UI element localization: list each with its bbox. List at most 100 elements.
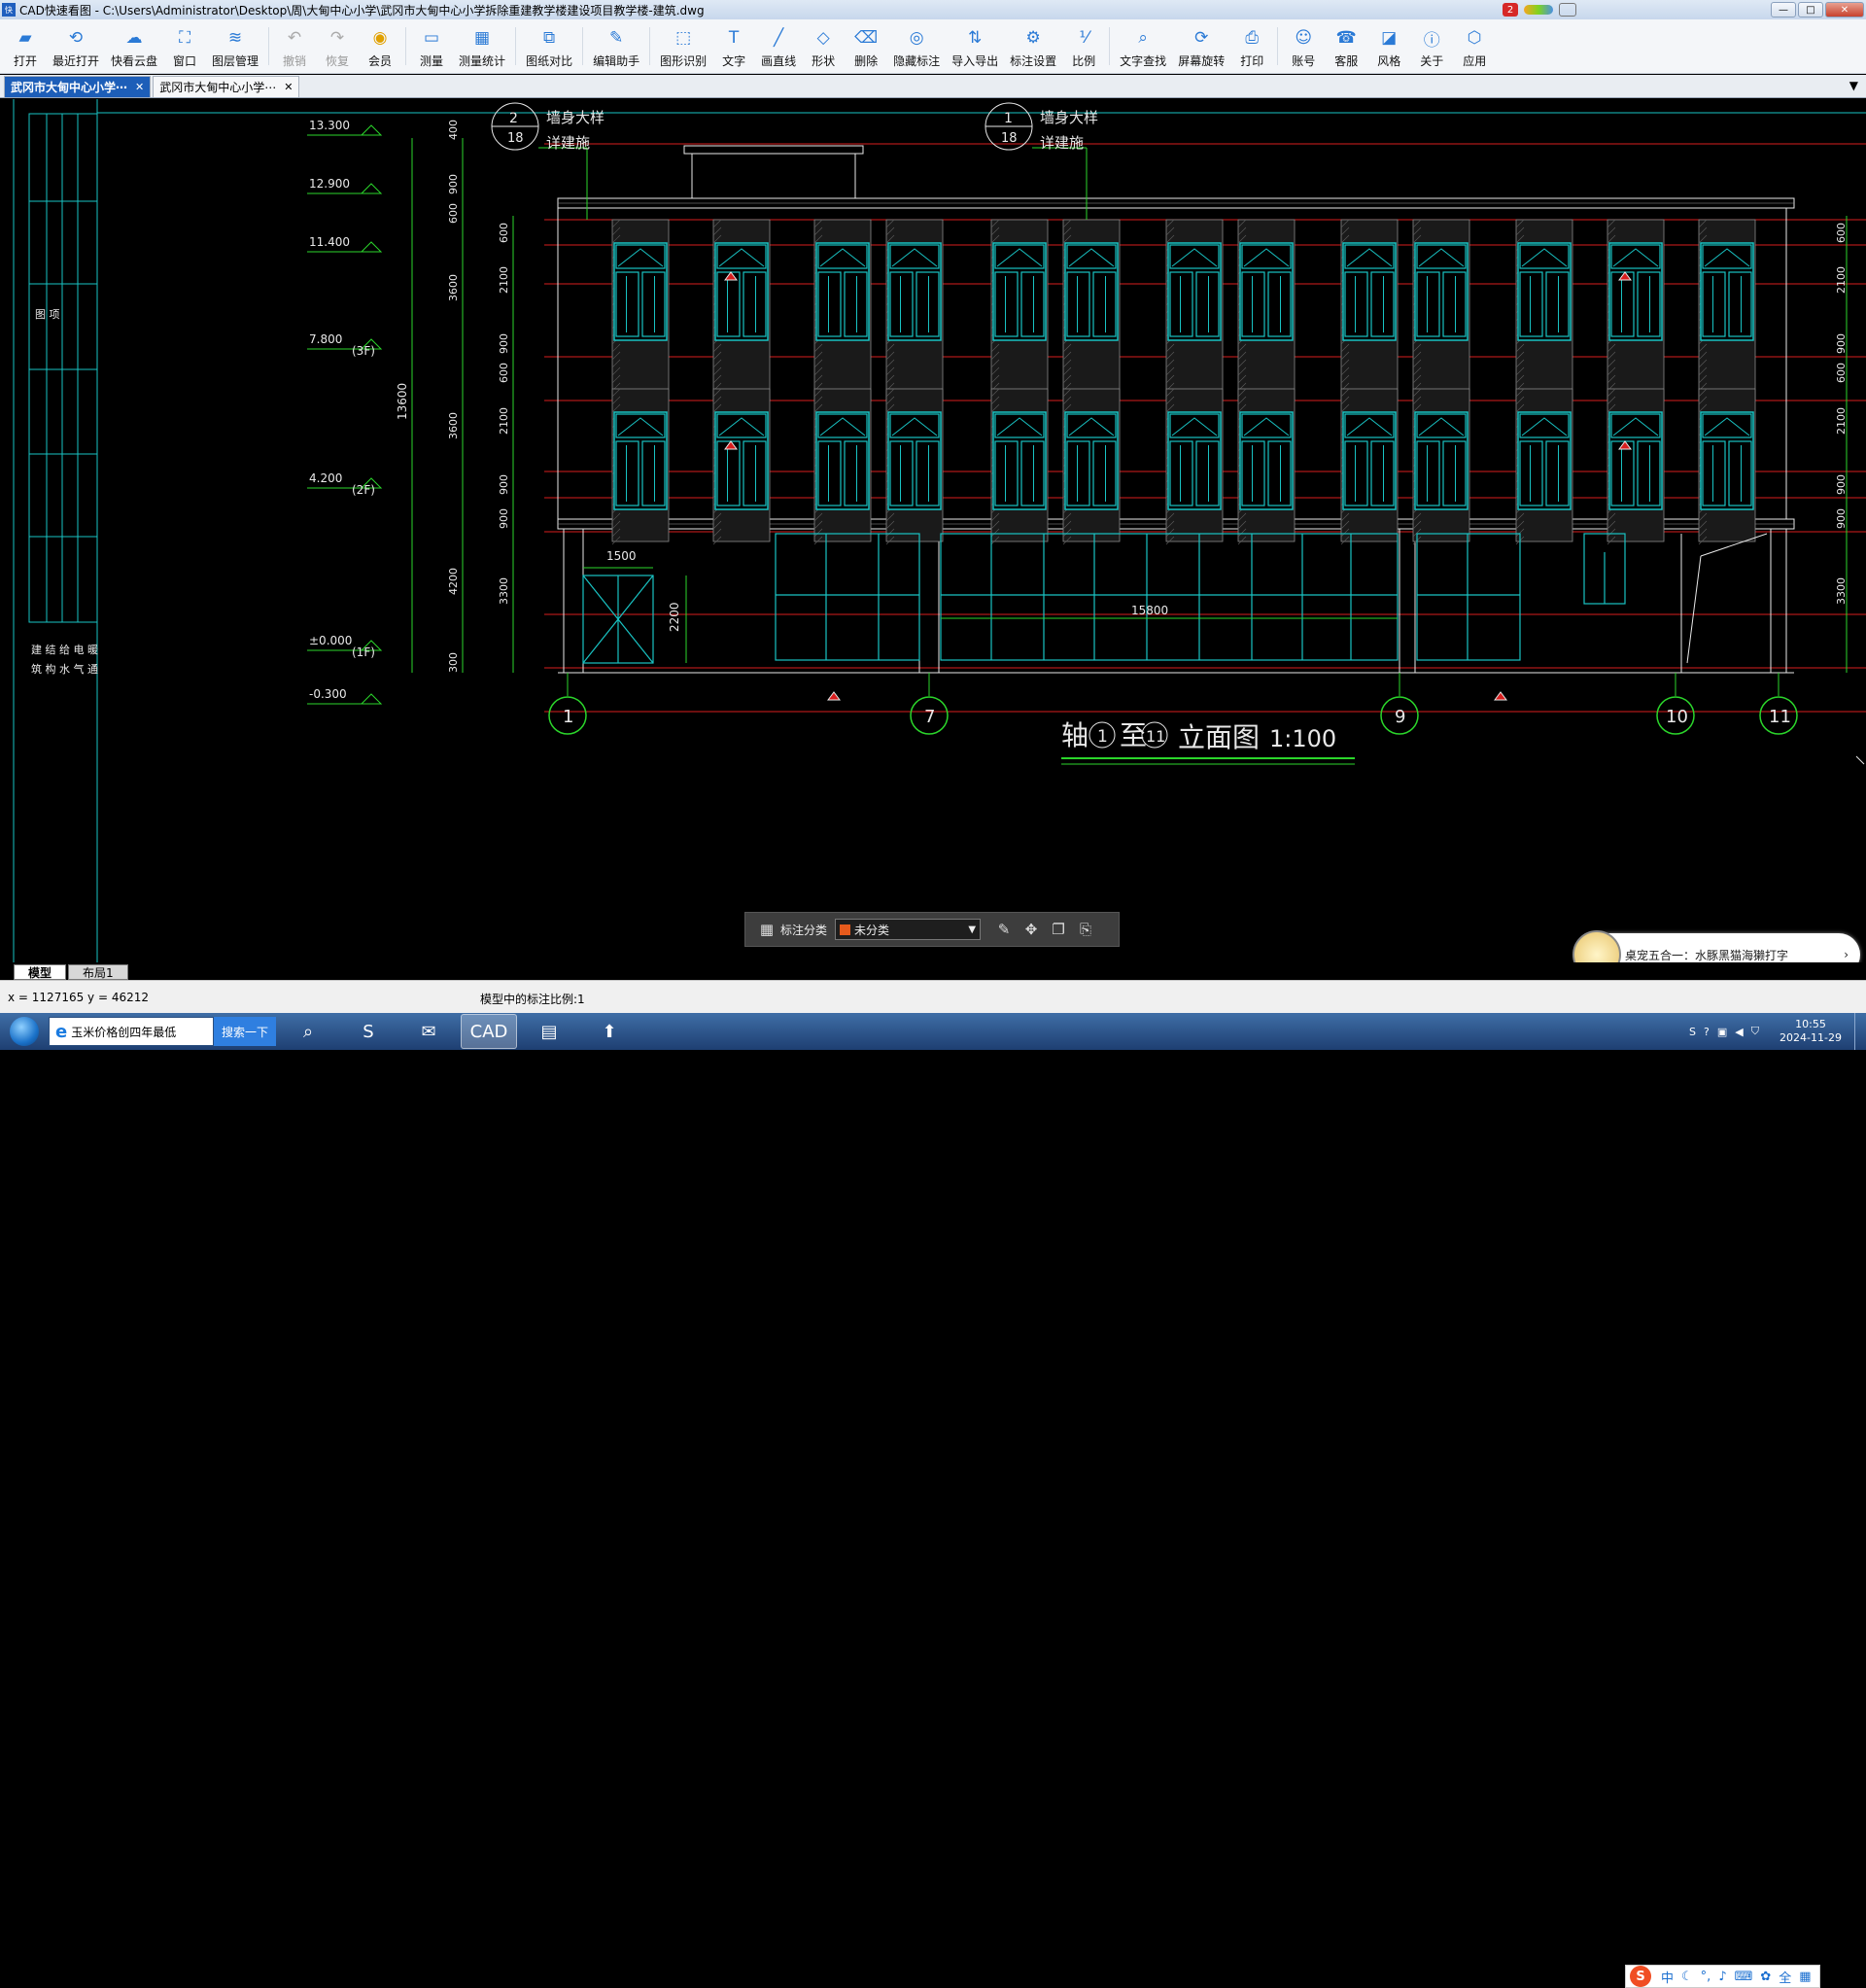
tab-list-dropdown-icon[interactable]: ▼ (1849, 79, 1858, 92)
clock[interactable]: 10:55 2024-11-29 (1767, 1018, 1854, 1045)
elevation-label: 11.400 (309, 235, 350, 249)
toolbar-button-recognize[interactable]: ⬚ 图形识别 (654, 19, 712, 73)
copy-icon[interactable]: ❐ (1045, 921, 1072, 938)
toolbar-button-import-export[interactable]: ⇅ 导入导出 (946, 19, 1004, 73)
toolbar-button-headset[interactable]: ☎ 客服 (1325, 19, 1367, 73)
dimension-text: 300 (447, 652, 460, 673)
battery-indicator-icon (1524, 5, 1553, 15)
annotation-category-select[interactable]: 未分类 ▼ (835, 919, 982, 940)
tab-layout1[interactable]: 布局1 (68, 964, 128, 980)
chevron-right-icon[interactable]: › (1844, 948, 1849, 961)
tray-security-icon[interactable]: ⛉ (1751, 1025, 1759, 1038)
toolbar-button-window[interactable]: ⛶ 窗口 (163, 19, 206, 73)
elevation-label: 4.200 (309, 471, 342, 485)
taskbar-explorer-icon[interactable]: ▤ (521, 1014, 577, 1049)
file-tab-1[interactable]: 武冈市大甸中心小学⋯ ✕ (4, 76, 152, 97)
close-tab-icon[interactable]: ✕ (284, 81, 293, 93)
paste-icon[interactable]: ⎘ (1072, 921, 1099, 938)
toolbar-button-label: 图层管理 (212, 54, 259, 68)
minimize-button[interactable]: — (1771, 2, 1796, 17)
toolbar-button-history[interactable]: ⟲ 最近打开 (47, 19, 105, 73)
floor-label: (1F) (352, 645, 375, 659)
window-bay (885, 219, 944, 407)
toolbar-button-label: 恢复 (326, 54, 350, 68)
taskbar-wechat-icon[interactable]: ✉ (400, 1014, 457, 1049)
toolbar-button-scale[interactable]: ⅟ 比例 (1062, 19, 1105, 73)
axis-label: 11 (1769, 707, 1791, 727)
grid-icon[interactable]: ▦ (753, 921, 780, 938)
dimension-text: 900 (1835, 333, 1848, 354)
show-desktop-button[interactable] (1854, 1013, 1866, 1050)
screenshot-icon[interactable] (1559, 3, 1576, 17)
toolbar-button-vip[interactable]: ◉ 会员 (359, 19, 401, 73)
browser-search-box[interactable]: e 玉米价格创四年最低 (49, 1017, 214, 1046)
toolbar-button-eraser[interactable]: ⌫ 删除 (845, 19, 887, 73)
close-button[interactable]: ✕ (1825, 2, 1864, 17)
tray-sogou-icon[interactable]: S (1689, 1026, 1696, 1038)
toolbar-button-find-text[interactable]: ⌕ 文字查找 (1114, 19, 1172, 73)
title-bar: 快 CAD快速看图 - C:\Users\Administrator\Deskt… (0, 0, 1866, 19)
toolbar-button-account[interactable]: ☺ 账号 (1282, 19, 1325, 73)
taskbar-app-icon[interactable]: ⬆ (581, 1014, 638, 1049)
tray-help-icon[interactable]: ? (1704, 1026, 1710, 1038)
taskbar-sogou-icon[interactable]: S (340, 1014, 397, 1049)
fullwidth-icon[interactable]: 全 (1779, 1968, 1791, 1986)
toolbar-button-label: 导入导出 (951, 54, 999, 68)
drawing-canvas[interactable]: 图 项 建 结 给 电 暖 筑 构 水 气 通 13.300 12.900 11.4… (0, 99, 1866, 962)
keyboard-icon[interactable]: ⌨ (1735, 1970, 1753, 1984)
line-icon: ╱ (773, 28, 784, 48)
toolbar-button-undo[interactable]: ↶ 撤销 (273, 19, 316, 73)
tray-network-icon[interactable]: ▣ (1717, 1026, 1727, 1038)
toolbar-button-line[interactable]: ╱ 画直线 (755, 19, 802, 73)
axis-label: 10 (1666, 707, 1688, 727)
toolbar-button-style[interactable]: ◪ 风格 (1367, 19, 1410, 73)
toolbar-button-folder[interactable]: ▰ 打开 (4, 19, 47, 73)
toolbar-button-shape[interactable]: ◇ 形状 (802, 19, 845, 73)
file-tab-2[interactable]: 武冈市大甸中心小学⋯ ✕ (153, 76, 300, 97)
toolbar-button-cloud[interactable]: ☁ 快看云盘 (105, 19, 163, 73)
menu-grid-icon[interactable]: ▦ (1799, 1970, 1811, 1984)
elevation-drawing: 图 项 建 结 给 电 暖 筑 构 水 气 通 13.300 12.900 11.4… (13, 99, 1866, 962)
toolbar-button-label: 快看云盘 (111, 54, 158, 68)
tray-volume-icon[interactable]: ◀ (1735, 1026, 1743, 1038)
toolbar-button-rotate[interactable]: ⟳ 屏幕旋转 (1172, 19, 1230, 73)
moon-icon[interactable]: ☾ (1681, 1970, 1693, 1984)
window-bay (1237, 388, 1296, 545)
toolbar-button-hide[interactable]: ◎ 隐藏标注 (887, 19, 946, 73)
toolbar-button-apps[interactable]: ⬡ 应用 (1453, 19, 1496, 73)
ime-mode[interactable]: 中 (1661, 1968, 1674, 1986)
mic-icon[interactable]: ♪ (1718, 1970, 1726, 1984)
account-icon: ☺ (1295, 28, 1313, 48)
toolbar-button-ruler[interactable]: ▭ 测量 (410, 19, 453, 73)
move-icon[interactable]: ✥ (1018, 921, 1045, 938)
toolbar-button-print[interactable]: ⎙ 打印 (1230, 19, 1273, 73)
punctuation-icon[interactable]: °, (1701, 1970, 1711, 1984)
dimension-text: 400 (447, 120, 460, 140)
window-icon: ⛶ (179, 28, 190, 48)
start-button[interactable] (0, 1013, 49, 1050)
toolbar-button-annotation-settings[interactable]: ⚙ 标注设置 (1004, 19, 1062, 73)
toolbar-button-compare[interactable]: ⧉ 图纸对比 (520, 19, 578, 73)
toolbar-button-redo[interactable]: ↷ 恢复 (316, 19, 359, 73)
toolbar-separator (405, 27, 407, 65)
toolbar-button-stats[interactable]: ▦ 测量统计 (453, 19, 511, 73)
taskbar-cad-app[interactable]: CAD (461, 1014, 518, 1049)
maximize-button[interactable]: □ (1798, 2, 1823, 17)
chevron-down-icon: ▼ (968, 924, 977, 935)
toolbar-button-info[interactable]: ⓘ 关于 (1410, 19, 1453, 73)
notification-badge[interactable]: 2 (1503, 3, 1518, 17)
callout-number: 1 (1004, 111, 1013, 126)
tab-model[interactable]: 模型 (14, 964, 67, 980)
window-bay (712, 219, 771, 407)
ime-toolbar[interactable]: S 中 ☾ °, ♪ ⌨ ✿ 全 ▦ (1625, 1965, 1820, 1988)
toolbar-button-label: 图形识别 (660, 54, 708, 68)
skin-icon[interactable]: ✿ (1760, 1970, 1771, 1984)
close-tab-icon[interactable]: ✕ (135, 81, 144, 93)
toolbar-button-edit-helper[interactable]: ✎ 编辑助手 (587, 19, 645, 73)
edit-icon[interactable]: ✎ (990, 921, 1018, 938)
toolbar-button-layers[interactable]: ≋ 图层管理 (206, 19, 264, 73)
toolbar-button-text[interactable]: T 文字 (712, 19, 755, 73)
taskbar-search-icon[interactable]: ⌕ (280, 1014, 336, 1049)
dimension-text: 900 (1835, 508, 1848, 529)
search-button[interactable]: 搜索一下 (214, 1017, 277, 1046)
